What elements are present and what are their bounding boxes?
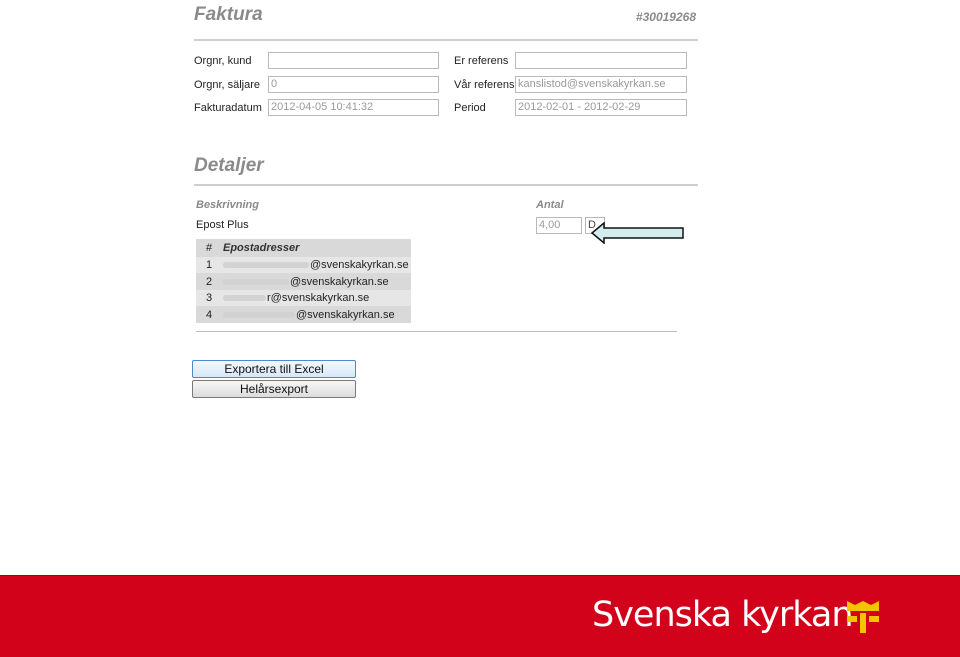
er-referens-label: Er referens — [454, 55, 509, 67]
table-row: 4 @svenskakyrkan.se — [196, 307, 411, 323]
var-referens-label: Vår referens — [454, 79, 515, 91]
fakturadatum-label: Fakturadatum — [194, 102, 262, 114]
orgnr-kund-field[interactable] — [268, 52, 439, 69]
row-number: 2 — [206, 276, 213, 288]
brand-logo-text: Svenska kyrkan — [592, 595, 854, 635]
row-number: 4 — [206, 309, 213, 321]
full-year-export-button[interactable]: Helårsexport — [192, 380, 356, 398]
email-table-header: # Epostadresser — [196, 240, 411, 256]
period-field[interactable]: 2012-02-01 - 2012-02-29 — [515, 99, 687, 116]
row-number: 1 — [206, 259, 213, 271]
redaction — [223, 279, 289, 285]
email-header-num: # — [206, 242, 213, 254]
email-address: @svenskakyrkan.se — [310, 259, 409, 271]
redaction — [223, 262, 309, 268]
email-header-label: Epostadresser — [223, 242, 300, 254]
er-referens-field[interactable] — [515, 52, 687, 69]
row-number: 3 — [206, 292, 213, 304]
item-name: Epost Plus — [196, 219, 249, 231]
details-title: Detaljer — [194, 155, 264, 176]
antal-header: Antal — [536, 199, 564, 211]
email-table: # Epostadresser 1 @svenskakyrkan.se 2 @s… — [196, 239, 411, 323]
email-address: @svenskakyrkan.se — [290, 276, 389, 288]
left-arrow-icon — [590, 222, 684, 244]
details-divider — [194, 184, 698, 186]
orgnr-saljare-field[interactable]: 0 — [268, 76, 439, 93]
redaction — [223, 312, 295, 318]
email-address: @svenskakyrkan.se — [296, 309, 395, 321]
invoice-number: #30019268 — [635, 10, 696, 24]
church-crown-logo-icon — [847, 601, 879, 633]
beskrivning-header: Beskrivning — [196, 199, 259, 211]
table-row: 3 r@svenskakyrkan.se — [196, 290, 411, 306]
period-label: Period — [454, 102, 486, 114]
quantity-field[interactable]: 4,00 — [536, 217, 582, 234]
table-divider — [196, 331, 677, 332]
redaction — [223, 295, 266, 301]
var-referens-field[interactable]: kanslistod@svenskakyrkan.se — [515, 76, 687, 93]
orgnr-saljare-label: Orgnr, säljare — [194, 79, 261, 91]
table-row: 2 @svenskakyrkan.se — [196, 274, 411, 290]
export-excel-button[interactable]: Exportera till Excel — [192, 360, 356, 378]
email-address: r@svenskakyrkan.se — [267, 292, 370, 304]
page-title: Faktura — [194, 4, 263, 25]
fakturadatum-field[interactable]: 2012-04-05 10:41:32 — [268, 99, 439, 116]
table-row: 1 @svenskakyrkan.se — [196, 257, 411, 273]
orgnr-kund-label: Orgnr, kund — [194, 55, 252, 67]
header-divider — [194, 39, 698, 41]
